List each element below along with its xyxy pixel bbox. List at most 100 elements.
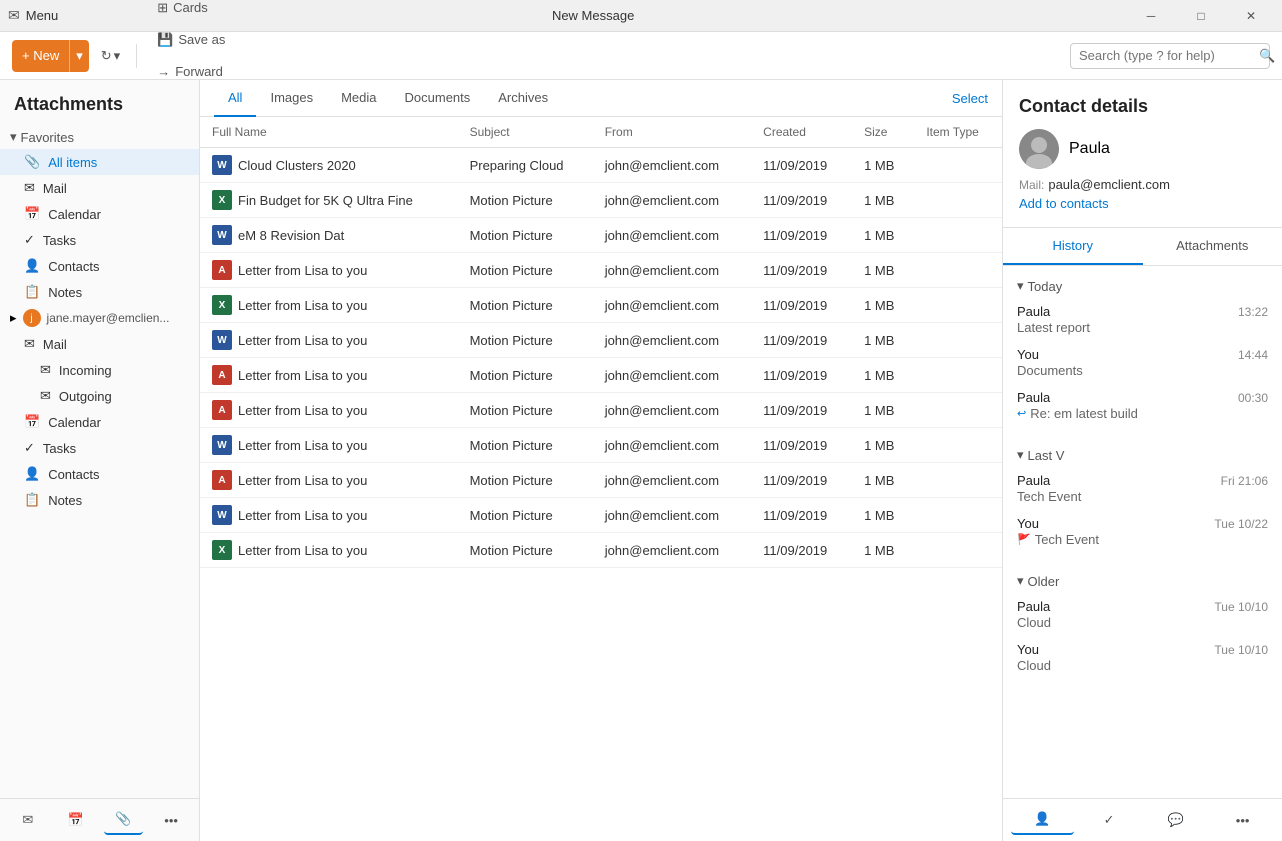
table-row[interactable]: W Cloud Clusters 2020 Preparing Cloudjoh… [200, 148, 1002, 183]
tasks-btn[interactable]: ✓ [1078, 805, 1141, 835]
minimize-button[interactable]: ─ [1128, 0, 1174, 32]
cell-subject: Preparing Cloud [458, 148, 593, 183]
new-dropdown-arrow[interactable]: ▾ [69, 40, 89, 72]
history-item-sub: ↩Re: em latest build [1017, 406, 1268, 421]
history-item-time: Tue 10/22 [1214, 517, 1268, 531]
history-item-name: You [1017, 516, 1039, 531]
history-section: ▾ Today Paula 13:22 Latest report You 14… [1003, 266, 1282, 435]
favorites-header[interactable]: ▾ Favorites [0, 125, 199, 149]
more-rp-btn[interactable]: ••• [1211, 805, 1274, 835]
cell-name: A Letter from Lisa to you [200, 463, 458, 498]
sidebar-item-contacts[interactable]: 👤Contacts [0, 253, 199, 279]
sidebar-item-outgoing[interactable]: ✉Outgoing [0, 383, 199, 409]
file-name: Letter from Lisa to you [238, 508, 367, 523]
filter-tab-documents[interactable]: Documents [391, 80, 485, 117]
refresh-button[interactable]: ↻ ▾ [93, 44, 128, 68]
cell-created: 11/09/2019 [751, 183, 852, 218]
sidebar-item-tasks[interactable]: ✓Tasks [0, 227, 199, 253]
cell-created: 11/09/2019 [751, 533, 852, 568]
sidebar-item-mail[interactable]: ✉Mail [0, 175, 199, 201]
history-item[interactable]: You 14:44 Documents [1003, 341, 1282, 384]
contact-tab-attachments[interactable]: Attachments [1143, 228, 1282, 265]
table-row[interactable]: W Letter from Lisa to you Motion Picture… [200, 428, 1002, 463]
cell-size: 1 MB [852, 148, 914, 183]
file-name: Letter from Lisa to you [238, 263, 367, 278]
calendar-icon: 📅 [24, 206, 40, 222]
filter-tab-list: AllImagesMediaDocumentsArchives [214, 80, 562, 116]
filter-tab-all[interactable]: All [214, 80, 256, 117]
search-box[interactable]: 🔍 [1070, 43, 1270, 69]
cell-itemtype [914, 498, 1002, 533]
cell-subject: Motion Picture [458, 253, 593, 288]
search-input[interactable] [1079, 48, 1255, 63]
filter-tab-images[interactable]: Images [256, 80, 327, 117]
maximize-button[interactable]: □ [1178, 0, 1224, 32]
mail-label: Mail [43, 181, 67, 196]
new-button[interactable]: + New ▾ [12, 40, 89, 72]
filter-tab-media[interactable]: Media [327, 80, 390, 117]
history-section: ▾ Last V Paula Fri 21:06 Tech Event You … [1003, 435, 1282, 561]
toolbar-separator [136, 44, 137, 68]
filter-tab-archives[interactable]: Archives [484, 80, 562, 117]
table-row[interactable]: W Letter from Lisa to you Motion Picture… [200, 323, 1002, 358]
history-section-header: ▾ Today [1003, 274, 1282, 298]
sidebar-item-acc-calendar[interactable]: 📅Calendar [0, 409, 199, 435]
add-to-contacts-link[interactable]: Add to contacts [1019, 196, 1109, 211]
close-button[interactable]: ✕ [1228, 0, 1274, 32]
history-item[interactable]: Paula 13:22 Latest report [1003, 298, 1282, 341]
table-row[interactable]: X Letter from Lisa to you Motion Picture… [200, 288, 1002, 323]
table-row[interactable]: A Letter from Lisa to you Motion Picture… [200, 358, 1002, 393]
table-row[interactable]: A Letter from Lisa to you Motion Picture… [200, 463, 1002, 498]
history-item[interactable]: Paula 00:30 ↩Re: em latest build [1003, 384, 1282, 427]
sidebar-item-calendar[interactable]: 📅Calendar [0, 201, 199, 227]
history-item[interactable]: Paula Tue 10/10 Cloud [1003, 593, 1282, 636]
table-row[interactable]: X Letter from Lisa to you Motion Picture… [200, 533, 1002, 568]
sidebar-account[interactable]: ▸ j jane.mayer@emclien... [0, 305, 199, 331]
toolbar-tab-cards[interactable]: ⊞ Cards [145, 0, 237, 24]
menu-label[interactable]: Menu [26, 8, 59, 23]
chat-btn[interactable]: 💬 [1145, 805, 1208, 835]
word-file-icon: W [212, 225, 232, 245]
sidebar-favorites: 📎All items [0, 149, 199, 175]
table-row[interactable]: W Letter from Lisa to you Motion Picture… [200, 498, 1002, 533]
sidebar-bottom: ✉ 📅 📎 ••• [0, 798, 199, 841]
avatar [1019, 129, 1059, 169]
sidebar-global: ✉Mail📅Calendar✓Tasks👤Contacts📋Notes [0, 175, 199, 305]
history-item[interactable]: You Tue 10/22 🚩Tech Event [1003, 510, 1282, 553]
sidebar-item-incoming[interactable]: ✉Incoming [0, 357, 199, 383]
sidebar-item-acc-contacts[interactable]: 👤Contacts [0, 461, 199, 487]
word-file-icon: W [212, 155, 232, 175]
reply-icon: ↩ [1017, 407, 1026, 420]
contact-btn[interactable]: 👤 [1011, 805, 1074, 835]
sidebar-item-acc-tasks[interactable]: ✓Tasks [0, 435, 199, 461]
right-panel: Contact details Paula Mail: paula@emclie… [1002, 80, 1282, 841]
section-chevron: ▾ [1017, 278, 1024, 294]
contact-panel-title: Contact details [1019, 96, 1266, 117]
history-item-time: Tue 10/10 [1214, 643, 1268, 657]
sidebar-item-acc-notes[interactable]: 📋Notes [0, 487, 199, 513]
sidebar-item-all-items[interactable]: 📎All items [0, 149, 199, 175]
sidebar-more-btn[interactable]: ••• [151, 805, 191, 835]
history-item[interactable]: You Tue 10/10 Cloud [1003, 636, 1282, 679]
sidebar-mail-btn[interactable]: ✉ [8, 805, 48, 835]
col-from: From [593, 117, 751, 148]
contact-tab-history[interactable]: History [1003, 228, 1143, 265]
sidebar-attachments-btn[interactable]: 📎 [104, 805, 144, 835]
sidebar-item-acc-mail[interactable]: ✉Mail [0, 331, 199, 357]
toolbar-tab-saveas[interactable]: 💾 Save as [145, 24, 237, 56]
cell-itemtype [914, 428, 1002, 463]
history-section-header: ▾ Older [1003, 569, 1282, 593]
toolbar: + New ▾ ↻ ▾ ☰ List⊞ Cards💾 Save as→ Forw… [0, 32, 1282, 80]
table-row[interactable]: W eM 8 Revision Dat Motion Picturejohn@e… [200, 218, 1002, 253]
file-name: Letter from Lisa to you [238, 438, 367, 453]
table-row[interactable]: A Letter from Lisa to you Motion Picture… [200, 393, 1002, 428]
cell-name: W Cloud Clusters 2020 [200, 148, 458, 183]
table-row[interactable]: X Fin Budget for 5K Q Ultra Fine Motion … [200, 183, 1002, 218]
cell-itemtype [914, 183, 1002, 218]
sidebar-item-notes[interactable]: 📋Notes [0, 279, 199, 305]
table-row[interactable]: A Letter from Lisa to you Motion Picture… [200, 253, 1002, 288]
cell-created: 11/09/2019 [751, 498, 852, 533]
sidebar-calendar-btn[interactable]: 📅 [56, 805, 96, 835]
select-button[interactable]: Select [952, 81, 988, 116]
history-item[interactable]: Paula Fri 21:06 Tech Event [1003, 467, 1282, 510]
